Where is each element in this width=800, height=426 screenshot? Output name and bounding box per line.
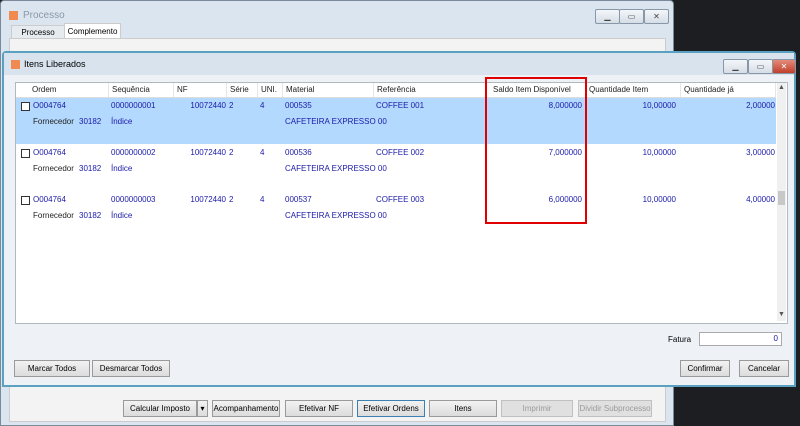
cell-sequencia: 0000000002 [111, 148, 156, 157]
maximize-button[interactable]: ▭ [748, 59, 773, 74]
cell-uni: 4 [260, 101, 265, 110]
cell-qtd_item: 10,00000 [642, 101, 676, 110]
indice-label: Índice [111, 117, 133, 126]
desmarcar-todos-button[interactable]: Desmarcar Todos [92, 360, 170, 377]
cell-serie: 2 [229, 195, 234, 204]
maximize-button[interactable]: ▭ [619, 9, 644, 24]
calcular-imposto-button[interactable]: Calcular Imposto [123, 400, 197, 417]
cell-sequencia: 0000000003 [111, 195, 156, 204]
fornecedor-label: Fornecedor [33, 117, 74, 126]
calcular-dropdown-button[interactable]: ▾ [197, 400, 208, 417]
cell-nf: 10072440 [190, 148, 226, 157]
cell-ordem: O004764 [33, 148, 66, 157]
acompanhamento-button[interactable]: Acompanhamento [212, 400, 280, 417]
cell-referencia: COFFEE 001 [376, 101, 425, 110]
col-serie[interactable]: Série [227, 83, 258, 97]
col-quantidade-item[interactable]: Quantidade Item [586, 83, 681, 97]
grid-header: Ordem Sequência NF Série UNI. Material R… [16, 83, 776, 108]
cell-ordem: O004764 [33, 101, 66, 110]
close-button[interactable]: ✕ [644, 9, 669, 24]
highlight-box [485, 77, 587, 224]
fornecedor-label: Fornecedor [33, 164, 74, 173]
col-referencia[interactable]: Referência [374, 83, 486, 97]
fornecedor-value: 30182 [79, 211, 102, 220]
app-icon [9, 11, 18, 20]
cell-uni: 4 [260, 195, 265, 204]
material-description: CAFETEIRA EXPRESSO 00 [285, 117, 387, 126]
close-button[interactable]: ✕ [772, 59, 796, 74]
processo-title: Processo [23, 10, 65, 21]
indice-label: Índice [111, 211, 133, 220]
cell-serie: 2 [229, 101, 234, 110]
cell-uni: 4 [260, 148, 265, 157]
row-checkbox[interactable] [21, 196, 30, 205]
efetivar-nf-button[interactable]: Efetivar NF [285, 400, 353, 417]
cell-material: 000535 [285, 101, 312, 110]
fornecedor-value: 30182 [79, 164, 102, 173]
vertical-scrollbar[interactable]: ▲ ▼ [777, 83, 786, 321]
cell-material: 000536 [285, 148, 312, 157]
col-material[interactable]: Material [283, 83, 374, 97]
tab-complemento[interactable]: Complemento [64, 23, 121, 39]
col-ordem[interactable]: Ordem [29, 83, 109, 97]
items-grid: Ordem Sequência NF Série UNI. Material R… [15, 82, 788, 324]
table-row[interactable]: O004764 0000000003 10072440 2 4 000537 COFFEE … [16, 192, 776, 238]
cell-material: 000537 [285, 195, 312, 204]
table-row[interactable]: O004764 0000000001 10072440 2 4 000535 COFFEE … [16, 98, 776, 144]
app-icon [11, 60, 20, 69]
row-checkbox[interactable] [21, 149, 30, 158]
cell-qtd_embarcada: 4,00000 [746, 195, 775, 204]
dividir-subprocesso-button[interactable]: Dividir Subprocesso [578, 400, 652, 417]
col-sequencia[interactable]: Sequência [109, 83, 174, 97]
minimize-button[interactable]: ▁ [595, 9, 620, 24]
efetivar-ordens-button[interactable]: Efetivar Ordens [357, 400, 425, 417]
cell-referencia: COFFEE 002 [376, 148, 425, 157]
cell-qtd_embarcada: 3,00000 [746, 148, 775, 157]
cell-qtd_item: 10,00000 [642, 148, 676, 157]
cell-qtd_item: 10,00000 [642, 195, 676, 204]
cell-nf: 10072440 [190, 195, 226, 204]
fatura-input[interactable]: 0 [699, 332, 782, 346]
cell-nf: 10072440 [190, 101, 226, 110]
cell-serie: 2 [229, 148, 234, 157]
imprimir-button[interactable]: Imprimir [501, 400, 573, 417]
fornecedor-label: Fornecedor [33, 211, 74, 220]
cancelar-button[interactable]: Cancelar [739, 360, 789, 377]
cell-ordem: O004764 [33, 195, 66, 204]
material-description: CAFETEIRA EXPRESSO 00 [285, 164, 387, 173]
scroll-down-icon[interactable]: ▼ [778, 311, 785, 318]
fatura-label: Fatura [668, 335, 692, 344]
col-uni[interactable]: UNI. [258, 83, 283, 97]
indice-label: Índice [111, 164, 133, 173]
cell-qtd_embarcada: 2,00000 [746, 101, 775, 110]
cell-referencia: COFFEE 003 [376, 195, 425, 204]
table-row[interactable]: O004764 0000000002 10072440 2 4 000536 COFFEE … [16, 145, 776, 191]
dialog-title: Itens Liberados [24, 59, 86, 69]
minimize-button[interactable]: ▁ [723, 59, 748, 74]
fornecedor-value: 30182 [79, 117, 102, 126]
scroll-up-icon[interactable]: ▲ [778, 84, 785, 91]
scroll-thumb[interactable] [778, 191, 785, 205]
material-description: CAFETEIRA EXPRESSO 00 [285, 211, 387, 220]
itens-liberados-dialog: Itens Liberados ▁ ▭ ✕ Ordem Sequência NF… [2, 51, 796, 387]
col-quantidade-embarcada[interactable]: Quantidade já Embarcada [681, 83, 776, 108]
itens-button[interactable]: Itens [429, 400, 497, 417]
row-checkbox[interactable] [21, 102, 30, 111]
marcar-todos-button[interactable]: Marcar Todos [14, 360, 90, 377]
cell-sequencia: 0000000001 [111, 101, 156, 110]
confirmar-button[interactable]: Confirmar [680, 360, 730, 377]
col-nf[interactable]: NF [174, 83, 227, 97]
